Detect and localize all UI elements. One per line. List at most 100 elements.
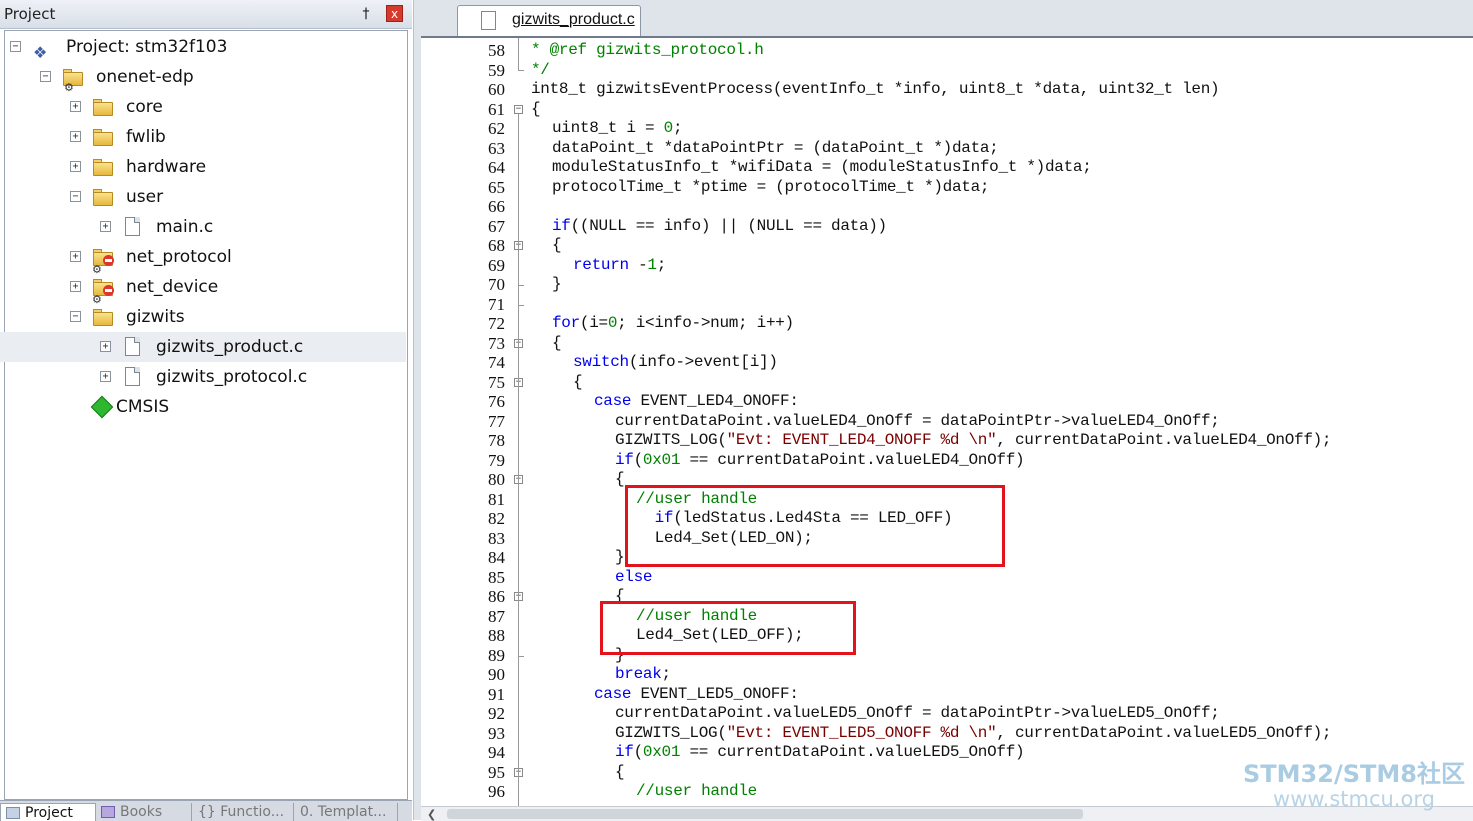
line-number: 82 (488, 509, 505, 528)
code-line[interactable]: { (552, 334, 562, 354)
expand-icon[interactable]: + (100, 341, 111, 352)
tab-functions[interactable]: {} Functio... (192, 803, 294, 821)
code-line[interactable]: { (615, 470, 625, 490)
tree-item-gizwits-product-c[interactable]: + gizwits_product.c (0, 332, 406, 362)
code-line[interactable]: break; (615, 665, 671, 685)
tree-item-core[interactable]: + core (0, 92, 406, 122)
code-line[interactable]: uint8_t i = 0; (552, 119, 683, 139)
code-line[interactable]: //user handle (636, 782, 757, 802)
folder-icon (92, 157, 114, 177)
code-line[interactable]: { (615, 763, 625, 783)
collapse-icon[interactable]: − (70, 191, 81, 202)
diamond-icon (90, 395, 114, 419)
line-number: 73 (488, 333, 505, 353)
tree-item-fwlib[interactable]: + fwlib (0, 122, 406, 152)
code-line[interactable]: case EVENT_LED4_ONOFF: (594, 392, 799, 412)
scrollbar-thumb[interactable] (447, 809, 1083, 819)
pin-icon[interactable]: † (358, 5, 374, 23)
expand-icon[interactable]: + (70, 281, 81, 292)
line-number: 78 (488, 431, 505, 450)
line-number: 58 (488, 41, 505, 60)
tree-item-label: Project: stm32f103 (66, 37, 228, 57)
code-line[interactable]: int8_t gizwitsEventProcess(eventInfo_t *… (531, 80, 1220, 100)
tab-templates[interactable]: 0. Templat... (294, 803, 398, 821)
tree-item-onenet-edp[interactable]: − ⚙ onenet-edp (0, 62, 406, 94)
fold-collapse-icon[interactable]: − (514, 104, 523, 114)
tab-project[interactable]: Project (0, 803, 96, 821)
code-line[interactable]: GIZWITS_LOG("Evt: EVENT_LED4_ONOFF %d \n… (615, 431, 1332, 451)
code-line[interactable]: } (552, 275, 562, 295)
line-number: 83 (488, 528, 505, 548)
tab-books[interactable]: Books (96, 803, 192, 821)
project-panel-header: Project † x (0, 0, 412, 29)
tree-item-net-device[interactable]: + ⚙ net_device (0, 272, 406, 306)
tree-item-project-stm32f103[interactable]: − ❖ Project: stm32f103 (0, 32, 406, 62)
code-line[interactable]: currentDataPoint.valueLED5_OnOff = dataP… (615, 704, 1220, 724)
line-number-gutter: 58 59 60 61 62 63 64 65 66 67 68 69 70 71 72 73 74 75 76 77… (421, 38, 511, 804)
expand-icon[interactable]: + (70, 251, 81, 262)
collapse-icon[interactable]: − (10, 41, 21, 52)
tree-item-net-protocol[interactable]: + ⚙ net_protocol (0, 242, 406, 276)
code-line[interactable]: for(i=0; i<info->num; i++) (552, 314, 794, 334)
tree-item-user[interactable]: − user (0, 182, 406, 212)
line-number: 65 (488, 177, 505, 197)
line-number: 75 (488, 372, 505, 392)
target-icon: ⚙ (62, 67, 84, 94)
code-line[interactable]: * @ref gizwits_protocol.h (531, 41, 764, 61)
tree-item-label: core (126, 97, 163, 117)
expand-icon[interactable]: + (100, 371, 111, 382)
tree-item-label: user (126, 187, 164, 207)
expand-icon[interactable]: + (100, 221, 111, 232)
fold-guide (518, 70, 524, 72)
line-number: 81 (488, 489, 505, 509)
line-number: 79 (488, 450, 505, 470)
close-icon[interactable]: x (386, 5, 403, 22)
fold-end-tick (518, 304, 524, 306)
file-icon (122, 367, 144, 387)
scroll-left-icon[interactable]: ❮ (427, 808, 436, 821)
tab-templates-label: 0. Templat... (300, 804, 387, 820)
line-number: 87 (488, 606, 505, 626)
code-area[interactable]: * @ref gizwits_protocol.h */int8_t gizwit… (531, 38, 1473, 804)
code-line[interactable]: dataPoint_t *dataPointPtr = (dataPoint_t… (552, 139, 999, 159)
highlight-box-off (600, 601, 856, 655)
expand-icon[interactable]: + (70, 101, 81, 112)
fold-margin: −−−−−−− (511, 38, 531, 814)
project-tab-icon (6, 807, 20, 819)
expand-icon[interactable]: + (70, 131, 81, 142)
line-number: 70 (488, 275, 505, 294)
code-line[interactable]: } (615, 548, 625, 568)
code-line[interactable]: { (552, 236, 562, 256)
code-line[interactable]: switch(info->event[i]) (573, 353, 778, 373)
tree-item-gizwits-protocol-c[interactable]: + gizwits_protocol.c (0, 362, 406, 392)
fold-guide (518, 113, 519, 814)
code-line[interactable]: { (573, 373, 583, 393)
excluded-group-icon: ⚙ (92, 247, 114, 276)
code-line[interactable]: */ (531, 61, 550, 81)
tree-item-main-c[interactable]: + main.c (0, 212, 406, 242)
code-line[interactable]: currentDataPoint.valueLED4_OnOff = dataP… (615, 412, 1220, 432)
collapse-icon[interactable]: − (40, 71, 51, 82)
expand-icon[interactable]: + (70, 161, 81, 172)
code-line[interactable]: if(0x01 == currentDataPoint.valueLED4_On… (615, 451, 1025, 471)
code-line[interactable]: else (615, 568, 653, 588)
fold-guide (518, 38, 519, 71)
code-line[interactable]: protocolTime_t *ptime = (protocolTime_t … (552, 178, 989, 198)
line-number: 74 (488, 353, 505, 372)
code-line[interactable]: { (531, 100, 541, 120)
code-line[interactable]: return -1; (573, 256, 666, 276)
tree-item-hardware[interactable]: + hardware (0, 152, 406, 182)
tab-gizwits-product[interactable]: gizwits_product.c (457, 5, 641, 36)
tree-item-gizwits[interactable]: − gizwits (0, 302, 406, 332)
code-line[interactable]: if(0x01 == currentDataPoint.valueLED5_On… (615, 743, 1025, 763)
line-number: 59 (488, 60, 505, 80)
code-line[interactable]: moduleStatusInfo_t *wifiData = (moduleSt… (552, 158, 1092, 178)
collapse-icon[interactable]: − (70, 311, 81, 322)
line-number: 93 (488, 723, 505, 743)
tree-item-label: net_protocol (126, 247, 232, 267)
code-line[interactable]: case EVENT_LED5_ONOFF: (594, 685, 799, 705)
line-number: 63 (488, 138, 505, 158)
tree-item-cmsis[interactable]: CMSIS (0, 392, 406, 422)
code-line[interactable]: if((NULL == info) || (NULL == data)) (552, 217, 887, 237)
code-line[interactable]: GIZWITS_LOG("Evt: EVENT_LED5_ONOFF %d \n… (615, 724, 1332, 744)
